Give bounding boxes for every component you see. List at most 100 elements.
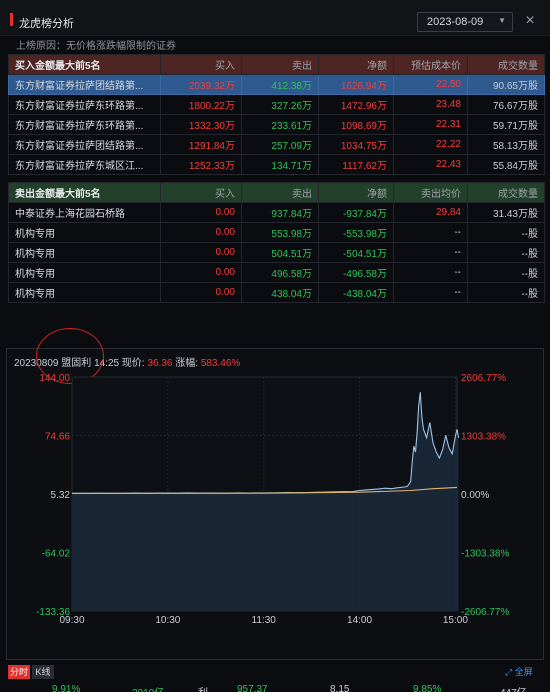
table-cell: -937.84万: [318, 202, 394, 223]
y-right-tick-label: 0.00%: [461, 490, 489, 501]
table-cell: 机构专用: [8, 282, 161, 303]
table-cell: 553.98万: [241, 222, 319, 243]
y-right-tick-label: -2606.77%: [461, 607, 509, 618]
table-row[interactable]: 机构专用 0.00 553.98万 -553.98万 -- --股: [8, 222, 545, 243]
table-row[interactable]: 东方财富证券拉萨团结路第... 1291.84万 257.09万 1034.75万 22…: [8, 134, 545, 155]
panel-title: 龙虎榜分析: [19, 18, 74, 30]
table-cell: --: [393, 282, 468, 303]
ticker-item: 957.37: [237, 684, 268, 692]
table-cell: 1252.33万: [160, 154, 242, 175]
table-row[interactable]: 东方财富证券拉萨东城区江... 1252.33万 134.71万 1117.62万 22…: [8, 154, 545, 175]
panel-header: 龙虎榜分析 2023-08-09 ▼ ×: [0, 0, 550, 36]
table-cell: 1034.75万: [318, 134, 394, 155]
table-cell: -504.51万: [318, 242, 394, 263]
table-cell: 东方财富证券拉萨团结路第...: [8, 74, 161, 95]
table-cell: 59.71万股: [467, 114, 545, 135]
table-row[interactable]: 中泰证券上海花园石桥路 0.00 937.84万 -937.84万 29.84 31.43…: [8, 202, 545, 223]
table-cell: 22.22: [393, 134, 468, 155]
x-tick-label: 10:30: [155, 615, 180, 626]
buy-col-header-2[interactable]: 卖出: [241, 54, 319, 75]
sell-col-header-3[interactable]: 净额: [318, 182, 394, 203]
table-cell: -438.04万: [318, 282, 394, 303]
buy-col-header-0[interactable]: 买入金额最大前5名: [8, 54, 161, 75]
table-cell: 机构专用: [8, 262, 161, 283]
close-icon[interactable]: ×: [521, 13, 539, 31]
table-cell: 2039.32万: [160, 74, 242, 95]
sell-table-body: 中泰证券上海花园石桥路 0.00 937.84万 -937.84万 29.84 31.43…: [8, 202, 545, 303]
table-cell: 23.48: [393, 94, 468, 115]
table-row[interactable]: 东方财富证券拉萨团结路第... 2039.32万 412.38万 1626.94万 22…: [8, 74, 545, 95]
fullscreen-label: 全屏: [514, 667, 533, 677]
table-cell: -553.98万: [318, 222, 394, 243]
table-cell: 机构专用: [8, 242, 161, 263]
sell-col-header-1[interactable]: 买入: [160, 182, 242, 203]
table-cell: 1098.69万: [318, 114, 394, 135]
buy-col-header-3[interactable]: 净额: [318, 54, 394, 75]
buy-col-header-1[interactable]: 买入: [160, 54, 242, 75]
table-cell: --股: [467, 262, 545, 283]
date-select[interactable]: 2023-08-09 ▼: [417, 12, 513, 32]
x-tick-label: 14:00: [347, 615, 372, 626]
buy-table-header: 买入金额最大前5名 买入 卖出 净额 预估成本价 成交数量: [8, 54, 545, 75]
table-cell: 327.26万: [241, 94, 319, 115]
x-tick-label: 15:00: [443, 615, 468, 626]
table-cell: 58.13万股: [467, 134, 545, 155]
table-row[interactable]: 东方财富证券拉萨东环路第... 1800.22万 327.26万 1472.96万 23…: [8, 94, 545, 115]
ticker-item: 2019亿: [132, 684, 164, 692]
buy-top5-table: 买入金额最大前5名 买入 卖出 净额 预估成本价 成交数量 东方财富证券拉萨团结路第...…: [8, 54, 545, 175]
sell-table-header: 卖出金额最大前5名 买入 卖出 净额 卖出均价 成交数量: [8, 182, 545, 203]
table-cell: 504.51万: [241, 242, 319, 263]
table-cell: 1332.30万: [160, 114, 242, 135]
bottom-ticker: 9.91% 2019亿 利 957.37 8.15 9.85% 447亿: [0, 684, 550, 692]
table-cell: 1472.96万: [318, 94, 394, 115]
date-select-value: 2023-08-09: [427, 16, 484, 28]
table-cell: --: [393, 222, 468, 243]
ticker-item: 9.91%: [52, 684, 81, 692]
buy-col-header-4[interactable]: 预估成本价: [393, 54, 468, 75]
y-left-tick-label: -64.02: [42, 549, 71, 560]
table-cell: 937.84万: [241, 202, 319, 223]
title-accent-bar: [10, 13, 13, 26]
listing-reason: 上榜原因：无价格涨跌幅限制的证券: [16, 41, 176, 52]
ticker-item: 447亿: [500, 684, 527, 692]
table-cell: --股: [467, 282, 545, 303]
table-cell: 东方财富证券拉萨东环路第...: [8, 114, 161, 135]
y-left-tick-label: 74.66: [45, 432, 70, 443]
sell-col-header-5[interactable]: 成交数量: [467, 182, 545, 203]
table-cell: 1626.94万: [318, 74, 394, 95]
table-cell: 233.61万: [241, 114, 319, 135]
fullscreen-button[interactable]: ⤢ 全屏: [505, 665, 533, 678]
y-right-tick-label: 2606.77%: [461, 373, 506, 384]
x-tick-label: 11:30: [252, 615, 277, 626]
table-cell: 22.50: [393, 74, 468, 95]
table-cell: 0.00: [160, 242, 242, 263]
table-cell: --: [393, 242, 468, 263]
tab-kline[interactable]: K线: [32, 665, 54, 679]
table-cell: 1117.62万: [318, 154, 394, 175]
table-cell: -496.58万: [318, 262, 394, 283]
table-cell: 55.84万股: [467, 154, 545, 175]
intraday-line-chart[interactable]: 144.0074.665.32-64.02-133.362606.77%1303…: [0, 360, 550, 660]
table-cell: 机构专用: [8, 222, 161, 243]
table-row[interactable]: 机构专用 0.00 504.51万 -504.51万 -- --股: [8, 242, 545, 263]
ticker-item: 9.85%: [413, 684, 442, 692]
table-cell: 134.71万: [241, 154, 319, 175]
buy-col-header-5[interactable]: 成交数量: [467, 54, 545, 75]
table-cell: 76.67万股: [467, 94, 545, 115]
sell-col-header-0[interactable]: 卖出金额最大前5名: [8, 182, 161, 203]
table-row[interactable]: 机构专用 0.00 496.58万 -496.58万 -- --股: [8, 262, 545, 283]
table-cell: 东方财富证券拉萨东环路第...: [8, 94, 161, 115]
table-row[interactable]: 机构专用 0.00 438.04万 -438.04万 -- --股: [8, 282, 545, 303]
table-cell: --股: [467, 222, 545, 243]
y-left-tick-label: 144.00: [39, 373, 70, 384]
sell-col-header-4[interactable]: 卖出均价: [393, 182, 468, 203]
sell-col-header-2[interactable]: 卖出: [241, 182, 319, 203]
table-row[interactable]: 东方财富证券拉萨东环路第... 1332.30万 233.61万 1098.69万 22…: [8, 114, 545, 135]
sell-top5-table: 卖出金额最大前5名 买入 卖出 净额 卖出均价 成交数量 中泰证券上海花园石桥路 0.00 9…: [8, 182, 545, 303]
table-cell: 0.00: [160, 262, 242, 283]
y-right-tick-label: 1303.38%: [461, 432, 506, 443]
tab-intraday[interactable]: 分时: [8, 665, 30, 679]
table-cell: 1291.84万: [160, 134, 242, 155]
table-cell: --: [393, 262, 468, 283]
table-cell: 90.65万股: [467, 74, 545, 95]
